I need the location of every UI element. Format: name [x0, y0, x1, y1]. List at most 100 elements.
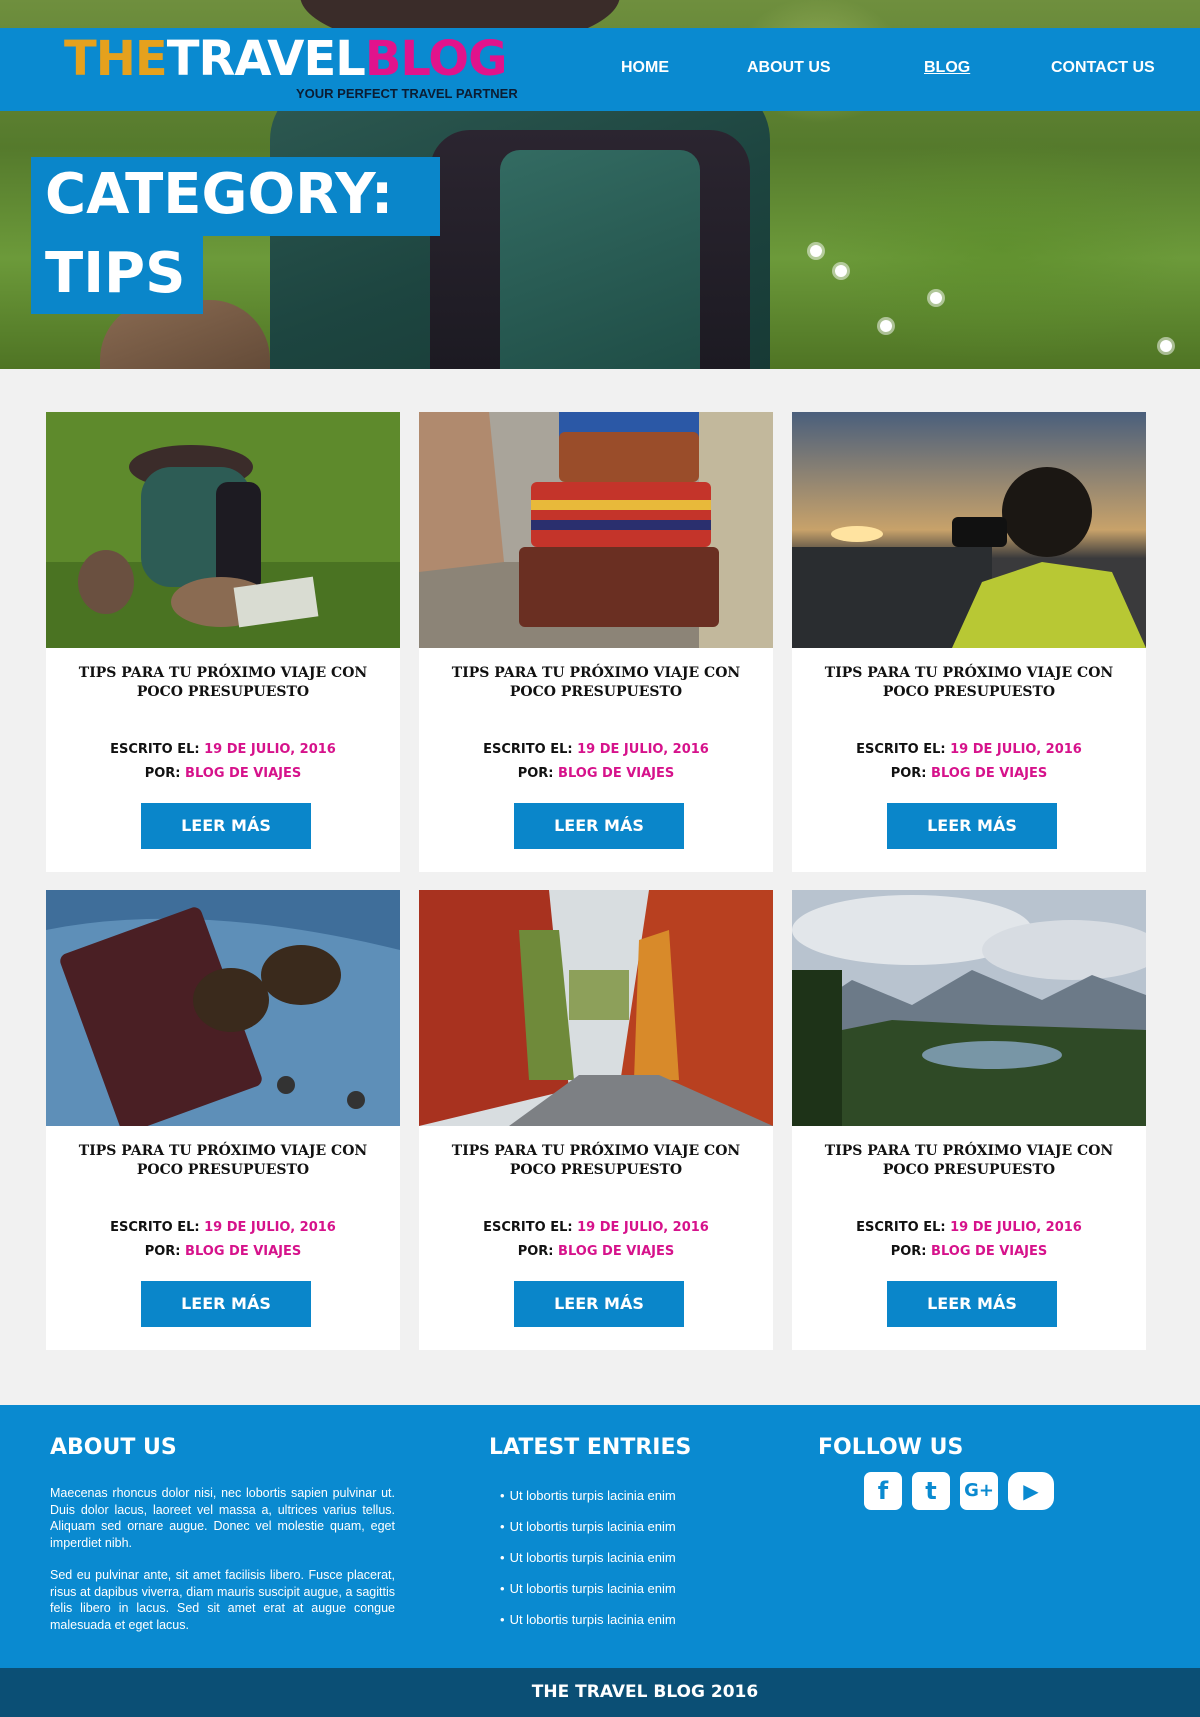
- read-more-button[interactable]: LEER MÁS: [141, 1281, 311, 1327]
- by-label: POR:: [890, 766, 927, 781]
- post-card: TIPS PARA TU PRÓXIMO VIAJE CON POCO PRES…: [792, 890, 1146, 1350]
- post-image-mountain-lake[interactable]: [792, 890, 1146, 1126]
- post-title[interactable]: TIPS PARA TU PRÓXIMO VIAJE CON POCO PRES…: [812, 664, 1126, 702]
- post-date-line: ESCRITO EL: 19 DE JULIO, 2016: [792, 742, 1146, 757]
- post-title[interactable]: TIPS PARA TU PRÓXIMO VIAJE CON POCO PRES…: [66, 664, 380, 702]
- post-date-line: ESCRITO EL: 19 DE JULIO, 2016: [46, 742, 400, 757]
- post-author-line: POR: BLOG DE VIAJES: [792, 766, 1146, 781]
- flower-decor: [810, 245, 822, 257]
- google-plus-icon[interactable]: G+: [960, 1472, 998, 1510]
- post-date[interactable]: 19 DE JULIO, 2016: [577, 1220, 709, 1235]
- category-title-line2: TIPS: [31, 236, 203, 314]
- twitter-icon[interactable]: t: [912, 1472, 950, 1510]
- post-date[interactable]: 19 DE JULIO, 2016: [204, 1220, 336, 1235]
- post-author-line: POR: BLOG DE VIAJES: [46, 1244, 400, 1259]
- footer-about-text: Maecenas rhoncus dolor nisi, nec loborti…: [50, 1485, 395, 1649]
- read-more-button[interactable]: LEER MÁS: [514, 803, 684, 849]
- post-author[interactable]: BLOG DE VIAJES: [558, 766, 674, 781]
- by-label: POR:: [890, 1244, 927, 1259]
- site-logo[interactable]: THETRAVELBLOG YOUR PERFECT TRAVEL PARTNE…: [64, 30, 544, 106]
- post-author[interactable]: BLOG DE VIAJES: [931, 1244, 1047, 1259]
- by-label: POR:: [144, 766, 181, 781]
- post-image-autumn-road[interactable]: [419, 890, 773, 1126]
- logo-text-blog: BLOG: [364, 31, 508, 87]
- post-author-line: POR: BLOG DE VIAJES: [46, 766, 400, 781]
- latest-entry-link[interactable]: Ut lobortis turpis lacinia enim: [500, 1518, 676, 1549]
- post-date-line: ESCRITO EL: 19 DE JULIO, 2016: [792, 1220, 1146, 1235]
- facebook-icon[interactable]: f: [864, 1472, 902, 1510]
- flower-decor: [880, 320, 892, 332]
- site-header: THETRAVELBLOG YOUR PERFECT TRAVEL PARTNE…: [0, 28, 1200, 111]
- youtube-glyph: ▶: [1023, 1479, 1039, 1503]
- backpack-pocket-shape: [500, 150, 700, 369]
- read-more-button[interactable]: LEER MÁS: [141, 803, 311, 849]
- post-card: TIPS PARA TU PRÓXIMO VIAJE CON POCO PRES…: [46, 890, 400, 1350]
- logo-text-travel: TRAVEL: [166, 31, 366, 87]
- latest-entries-list: Ut lobortis turpis lacinia enim Ut lobor…: [500, 1487, 676, 1642]
- post-author-line: POR: BLOG DE VIAJES: [419, 1244, 773, 1259]
- post-date[interactable]: 19 DE JULIO, 2016: [950, 742, 1082, 757]
- post-card: TIPS PARA TU PRÓXIMO VIAJE CON POCO PRES…: [419, 412, 773, 872]
- latest-entry-link[interactable]: Ut lobortis turpis lacinia enim: [500, 1611, 676, 1642]
- by-label: POR:: [144, 1244, 181, 1259]
- logo-text-the: THE: [64, 31, 168, 87]
- written-label: ESCRITO EL:: [483, 742, 573, 757]
- post-title[interactable]: TIPS PARA TU PRÓXIMO VIAJE CON POCO PRES…: [812, 1142, 1126, 1180]
- read-more-button[interactable]: LEER MÁS: [514, 1281, 684, 1327]
- logo-tagline: YOUR PERFECT TRAVEL PARTNER: [296, 86, 518, 101]
- site-footer: ABOUT US Maecenas rhoncus dolor nisi, ne…: [0, 1405, 1200, 1668]
- post-card: TIPS PARA TU PRÓXIMO VIAJE CON POCO PRES…: [46, 412, 400, 872]
- written-label: ESCRITO EL:: [110, 1220, 200, 1235]
- post-title[interactable]: TIPS PARA TU PRÓXIMO VIAJE CON POCO PRES…: [66, 1142, 380, 1180]
- post-author[interactable]: BLOG DE VIAJES: [185, 1244, 301, 1259]
- nav-blog[interactable]: BLOG: [924, 59, 970, 77]
- written-label: ESCRITO EL:: [110, 742, 200, 757]
- post-author-line: POR: BLOG DE VIAJES: [792, 1244, 1146, 1259]
- post-author[interactable]: BLOG DE VIAJES: [185, 766, 301, 781]
- post-date[interactable]: 19 DE JULIO, 2016: [950, 1220, 1082, 1235]
- written-label: ESCRITO EL:: [483, 1220, 573, 1235]
- google-plus-glyph: G+: [964, 1480, 994, 1501]
- facebook-glyph: f: [877, 1477, 889, 1505]
- footer-latest-heading: LATEST ENTRIES: [489, 1435, 692, 1460]
- nav-contact-us[interactable]: CONTACT US: [1051, 59, 1155, 77]
- copyright-text: THE TRAVEL BLOG 2016: [531, 1682, 759, 1702]
- nav-about-us[interactable]: ABOUT US: [747, 59, 831, 77]
- post-image-passport[interactable]: [46, 890, 400, 1126]
- post-date-line: ESCRITO EL: 19 DE JULIO, 2016: [46, 1220, 400, 1235]
- latest-entry-link[interactable]: Ut lobortis turpis lacinia enim: [500, 1549, 676, 1580]
- youtube-icon[interactable]: ▶: [1008, 1472, 1054, 1510]
- post-card: TIPS PARA TU PRÓXIMO VIAJE CON POCO PRES…: [792, 412, 1146, 872]
- flower-decor: [930, 292, 942, 304]
- post-author[interactable]: BLOG DE VIAJES: [931, 766, 1047, 781]
- post-title[interactable]: TIPS PARA TU PRÓXIMO VIAJE CON POCO PRES…: [439, 664, 753, 702]
- flower-decor: [835, 265, 847, 277]
- read-more-button[interactable]: LEER MÁS: [887, 1281, 1057, 1327]
- post-image-photographer[interactable]: [792, 412, 1146, 648]
- post-date-line: ESCRITO EL: 19 DE JULIO, 2016: [419, 742, 773, 757]
- by-label: POR:: [517, 766, 554, 781]
- post-title[interactable]: TIPS PARA TU PRÓXIMO VIAJE CON POCO PRES…: [439, 1142, 753, 1180]
- footer-about-heading: ABOUT US: [50, 1435, 177, 1460]
- category-title-line1: CATEGORY:: [31, 157, 440, 236]
- by-label: POR:: [517, 1244, 554, 1259]
- footer-about-paragraph-2: Sed eu pulvinar ante, sit amet facilisis…: [50, 1568, 395, 1632]
- post-image-backpack[interactable]: [46, 412, 400, 648]
- latest-entry-link[interactable]: Ut lobortis turpis lacinia enim: [500, 1487, 676, 1518]
- post-date-line: ESCRITO EL: 19 DE JULIO, 2016: [419, 1220, 773, 1235]
- footer-about-paragraph-1: Maecenas rhoncus dolor nisi, nec loborti…: [50, 1486, 395, 1550]
- nav-home[interactable]: HOME: [621, 59, 669, 77]
- post-image-suitcases[interactable]: [419, 412, 773, 648]
- read-more-button[interactable]: LEER MÁS: [887, 803, 1057, 849]
- footer-follow-heading: FOLLOW US: [818, 1435, 964, 1460]
- post-date[interactable]: 19 DE JULIO, 2016: [204, 742, 336, 757]
- written-label: ESCRITO EL:: [856, 742, 946, 757]
- post-author-line: POR: BLOG DE VIAJES: [419, 766, 773, 781]
- post-author[interactable]: BLOG DE VIAJES: [558, 1244, 674, 1259]
- twitter-glyph: t: [925, 1477, 937, 1505]
- post-date[interactable]: 19 DE JULIO, 2016: [577, 742, 709, 757]
- latest-entry-link[interactable]: Ut lobortis turpis lacinia enim: [500, 1580, 676, 1611]
- post-card: TIPS PARA TU PRÓXIMO VIAJE CON POCO PRES…: [419, 890, 773, 1350]
- copyright-bar: THE TRAVEL BLOG 2016: [0, 1668, 1200, 1717]
- written-label: ESCRITO EL:: [856, 1220, 946, 1235]
